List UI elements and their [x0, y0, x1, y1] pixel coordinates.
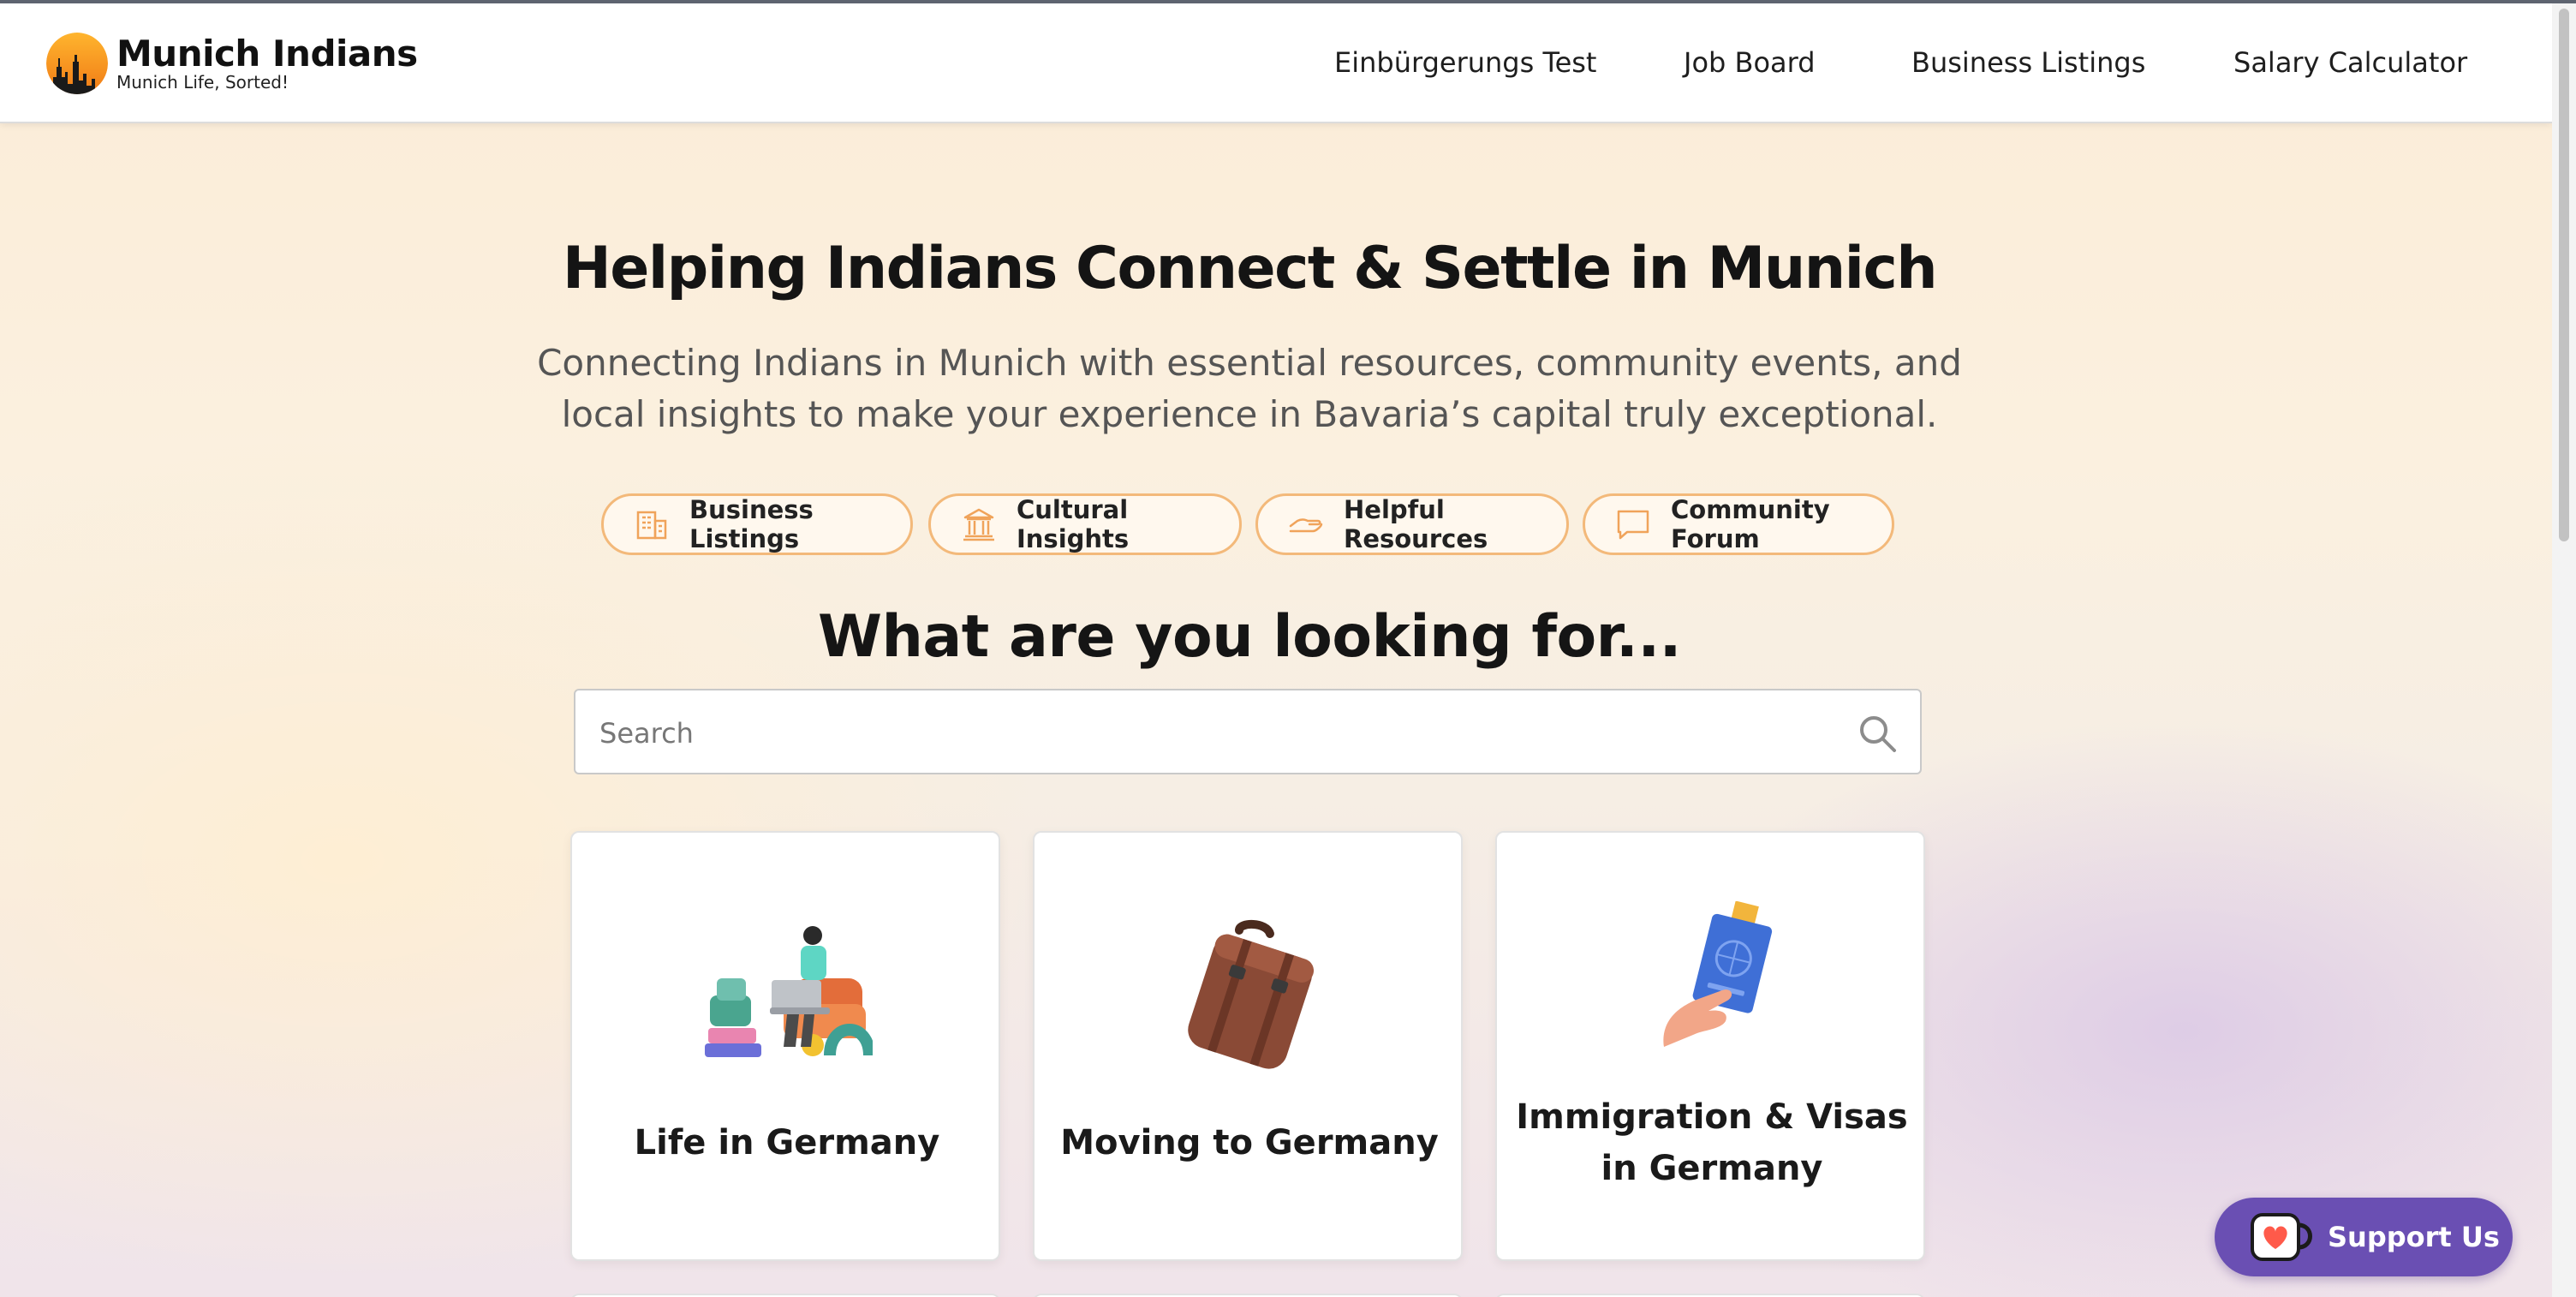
logo-title: Munich Indians	[116, 33, 418, 75]
card-row2-partial	[1495, 1294, 1925, 1297]
site-logo[interactable]: Munich Indians Munich Life, Sorted!	[46, 33, 418, 94]
pill-label: Cultural Insights	[1017, 495, 1130, 553]
card-life-in-germany[interactable]: Life in Germany	[570, 831, 1000, 1261]
card-row2-partial	[570, 1294, 1000, 1297]
nav-business-listings[interactable]: Business Listings	[1911, 46, 2145, 79]
search-box[interactable]	[574, 689, 1922, 774]
support-us-label: Support Us	[2328, 1221, 2500, 1253]
coffee-cup-heart-icon	[2251, 1213, 2312, 1261]
search-heading: What are you looking for...	[818, 603, 1682, 671]
helping-hand-icon	[1289, 518, 1323, 533]
pill-label: Business Listings	[689, 495, 814, 553]
person-on-couch-illustration	[705, 926, 873, 1057]
card-label: Life in Germany	[634, 1123, 940, 1163]
site-header: Munich Indians Munich Life, Sorted! Einb…	[0, 3, 2552, 123]
pill-label: Community Forum	[1671, 495, 1830, 553]
search-input[interactable]	[599, 709, 1833, 757]
pill-community-forum[interactable]: Community Forum	[1583, 493, 1894, 555]
nav-einbuergerungs-test[interactable]: Einbürgerungs Test	[1334, 46, 1596, 79]
card-label: Immigration & Visas in Germany	[1516, 1097, 1908, 1188]
card-immigration-visas[interactable]: Immigration & Visas in Germany	[1495, 831, 1925, 1261]
hero-title: Helping Indians Connect & Settle in Muni…	[562, 235, 1938, 302]
nav-job-board[interactable]: Job Board	[1684, 46, 1816, 79]
hero-subtitle: Connecting Indians in Munich with essent…	[537, 342, 1962, 435]
pill-helpful-resources[interactable]: Helpful Resources	[1255, 493, 1569, 555]
support-us-button[interactable]: Support Us	[2215, 1198, 2513, 1276]
museum-icon	[963, 508, 994, 541]
suitcase-illustration	[1188, 920, 1315, 1069]
nav-salary-calculator[interactable]: Salary Calculator	[2233, 46, 2467, 79]
page: Munich Indians Munich Life, Sorted! Einb…	[0, 3, 2552, 1297]
card-row2-partial	[1033, 1294, 1463, 1297]
scrollbar-thumb[interactable]	[2559, 9, 2569, 541]
pill-cultural-insights[interactable]: Cultural Insights	[928, 493, 1242, 555]
logo-skyline-icon	[46, 33, 108, 94]
card-moving-to-germany[interactable]: Moving to Germany	[1033, 831, 1463, 1261]
logo-tagline: Munich Life, Sorted!	[116, 72, 289, 93]
card-label: Moving to Germany	[1060, 1123, 1439, 1163]
pill-business-listings[interactable]: Business Listings	[601, 493, 913, 555]
search-icon[interactable]	[1857, 713, 1898, 754]
building-icon	[636, 511, 667, 540]
passport-in-hand-illustration	[1663, 901, 1773, 1047]
chat-bubble-icon	[1617, 510, 1649, 540]
pill-label: Helpful Resources	[1344, 495, 1488, 553]
